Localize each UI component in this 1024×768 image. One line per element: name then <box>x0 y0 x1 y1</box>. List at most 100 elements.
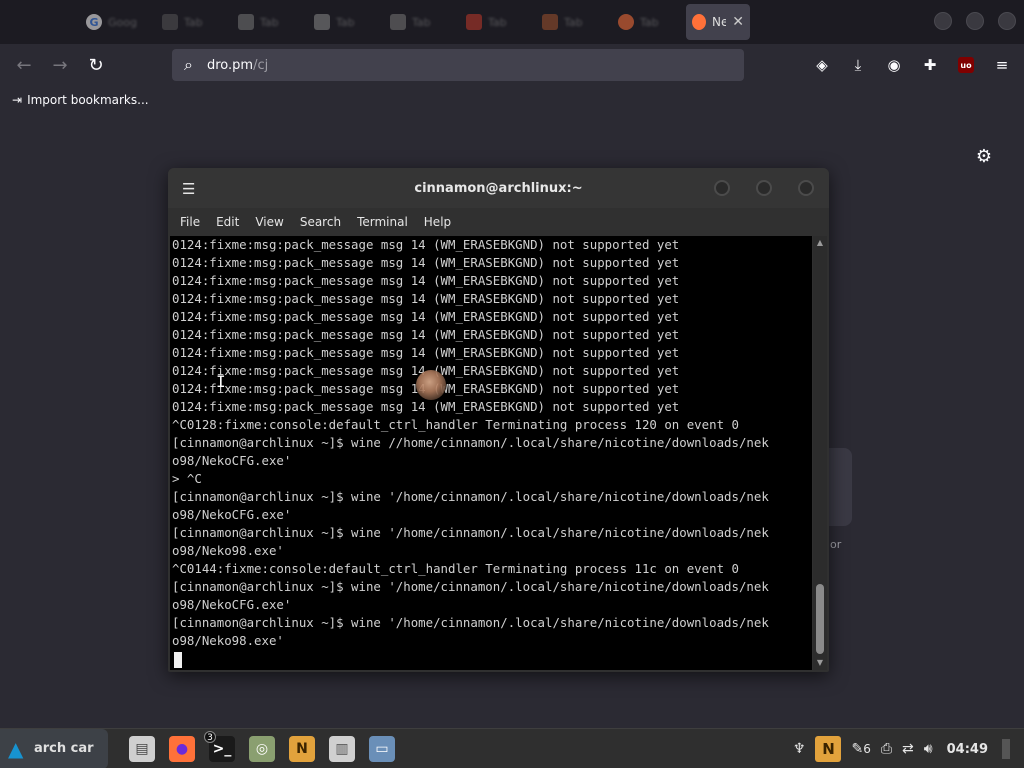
pocket-icon[interactable]: ◈ <box>806 49 838 81</box>
maximize-button[interactable] <box>966 12 984 30</box>
hamburger-menu-icon[interactable]: ☰ <box>182 180 195 198</box>
close-button[interactable] <box>798 180 814 196</box>
minimize-button[interactable] <box>934 12 952 30</box>
tab-active[interactable]: Ne ✕ <box>686 4 750 40</box>
tab-2[interactable]: Tab <box>226 4 302 40</box>
tab-favicon <box>542 14 558 30</box>
terminal-line: [cinnamon@archlinux ~]$ wine '/home/cinn… <box>172 489 769 504</box>
tab-title: Tab <box>412 15 431 29</box>
neko-tray-icon[interactable]: N <box>815 736 842 762</box>
url-bar[interactable]: ⌕ dro.pm/cj <box>172 49 744 81</box>
url-host: dro.pm <box>206 57 254 73</box>
volume-icon[interactable]: 🔊︎ <box>924 741 933 757</box>
back-button[interactable]: ← <box>6 49 42 81</box>
terminal-prompt-line[interactable] <box>170 650 812 668</box>
control-panel-icon: ◎ <box>249 735 275 762</box>
terminal-line: 0124:fixme:msg:pack_message msg 14 (WM_E… <box>172 273 680 288</box>
notifications-count: 6 <box>863 742 871 756</box>
reload-button[interactable]: ↻ <box>78 49 114 81</box>
terminal-line: [cinnamon@archlinux ~]$ wine '/home/cinn… <box>172 615 769 630</box>
terminal-titlebar[interactable]: ☰ cinnamon@archlinux:~ <box>168 168 829 208</box>
maximize-button[interactable] <box>756 180 772 196</box>
terminal-output[interactable]: 0124:fixme:msg:pack_message msg 14 (WM_E… <box>170 236 812 670</box>
terminal-window: ☰ cinnamon@archlinux:~ File Edit View Searc… <box>168 168 829 672</box>
import-bookmarks-link[interactable]: Import bookmarks... <box>27 93 149 107</box>
neko-app[interactable]: N <box>284 731 320 767</box>
tab-0[interactable]: G Google <box>74 4 150 40</box>
shortcut-card[interactable] <box>828 448 852 526</box>
close-icon[interactable]: ✕ <box>732 14 744 30</box>
tab-active-title: Ne <box>711 15 727 29</box>
extensions-icon[interactable]: ✚ <box>914 49 946 81</box>
tab-1[interactable]: Tab <box>150 4 226 40</box>
scanner-icon: ▭ <box>369 735 395 762</box>
control-panel-app[interactable]: ◎ <box>244 731 280 767</box>
terminal-line: > ^C <box>172 471 202 486</box>
usb-icon[interactable]: ♆ <box>793 741 806 757</box>
firefox-app[interactable]: ● <box>164 731 200 767</box>
terminal-line: o98/Neko98.exe' <box>172 543 284 558</box>
terminal-menubar: File Edit View Search Terminal Help <box>168 208 829 236</box>
menu-search[interactable]: Search <box>292 215 349 229</box>
terminal-line: [cinnamon@archlinux ~]$ wine '/home/cinn… <box>172 579 769 594</box>
scrollbar-thumb[interactable] <box>816 584 824 654</box>
file-manager-app[interactable]: ▥ <box>324 731 360 767</box>
start-menu-button[interactable]: ▲ arch car <box>0 728 108 768</box>
file-manager-icon: ▥ <box>329 735 355 762</box>
scroll-down-icon[interactable]: ▼ <box>815 658 825 668</box>
printer-icon[interactable]: ⎙ <box>881 741 892 757</box>
gear-icon[interactable]: ⚙ <box>976 146 992 167</box>
clock[interactable]: 04:49 <box>947 742 988 757</box>
terminal-line: 0124:fixme:msg:pack_message msg 14 (WM_E… <box>172 255 680 270</box>
scroll-up-icon[interactable]: ▲ <box>815 238 825 248</box>
ublock-icon[interactable]: uo <box>950 49 982 81</box>
file-cabinet-app[interactable]: ▤ <box>124 731 160 767</box>
firefox-icon <box>692 14 706 30</box>
url-path: /cj <box>253 57 269 73</box>
terminal-app[interactable]: >_ 3 <box>204 730 240 767</box>
tab-favicon <box>162 14 178 30</box>
tab-title: Tab <box>488 15 507 29</box>
ublock-badge: uo <box>958 57 974 73</box>
tab-favicon <box>238 14 254 30</box>
tab-favicon <box>466 14 482 30</box>
close-window-button[interactable] <box>998 12 1016 30</box>
tab-favicon <box>390 14 406 30</box>
account-icon[interactable]: ◉ <box>878 49 910 81</box>
tab-6[interactable]: Tab <box>530 4 606 40</box>
menu-help[interactable]: Help <box>416 215 459 229</box>
notifications-icon[interactable]: ✎6 <box>851 741 870 757</box>
tab-title: Tab <box>336 15 355 29</box>
show-desktop-button[interactable] <box>1002 739 1010 759</box>
system-tray: ♆ N ✎6 ⎙ ⇄ 🔊︎ 04:49 <box>793 729 1024 768</box>
terminal-line: 0124:fixme:msg:pack_message msg 14 (WM_E… <box>172 381 680 396</box>
tab-5[interactable]: Tab <box>454 4 530 40</box>
import-icon: ⇥ <box>12 93 23 107</box>
google-icon: G <box>86 14 102 30</box>
terminal-scrollbar[interactable]: ▲ ▼ <box>813 236 827 670</box>
terminal-line: [cinnamon@archlinux ~]$ wine '/home/cinn… <box>172 525 769 540</box>
menu-terminal[interactable]: Terminal <box>349 215 416 229</box>
menu-view[interactable]: View <box>247 215 291 229</box>
tab-title: Tab <box>640 15 659 29</box>
url-text[interactable]: dro.pm/cj <box>207 58 268 73</box>
terminal-line: 0124:fixme:msg:pack_message msg 14 (WM_E… <box>172 399 680 414</box>
tab-4[interactable]: Tab <box>378 4 454 40</box>
tab-7[interactable]: Tab <box>606 4 682 40</box>
terminal-line: [cinnamon@archlinux ~]$ wine //home/cinn… <box>172 435 769 450</box>
download-icon[interactable]: ⤓ <box>842 49 874 81</box>
menu-icon[interactable]: ≡ <box>986 49 1018 81</box>
tab-3[interactable]: Tab <box>302 4 378 40</box>
terminal-line: 0124:fixme:msg:pack_message msg 14 (WM_E… <box>172 237 680 252</box>
minimize-button[interactable] <box>714 180 730 196</box>
scanner-app[interactable]: ▭ <box>364 731 400 767</box>
firefox-icon <box>618 14 634 30</box>
network-icon[interactable]: ⇄ <box>902 741 914 757</box>
menu-edit[interactable]: Edit <box>208 215 247 229</box>
tab-title: Tab <box>260 15 279 29</box>
taskbar: ▲ arch car ▤ ● >_ 3 ◎ N ▥ ▭ ♆ N ✎6 ⎙ ⇄ 🔊︎ 04:49 <box>0 728 1024 768</box>
menu-file[interactable]: File <box>172 215 208 229</box>
terminal-line: 0124:fixme:msg:pack_message msg 14 (WM_E… <box>172 291 680 306</box>
neko-icon: N <box>289 735 315 762</box>
forward-button[interactable]: → <box>42 49 78 81</box>
